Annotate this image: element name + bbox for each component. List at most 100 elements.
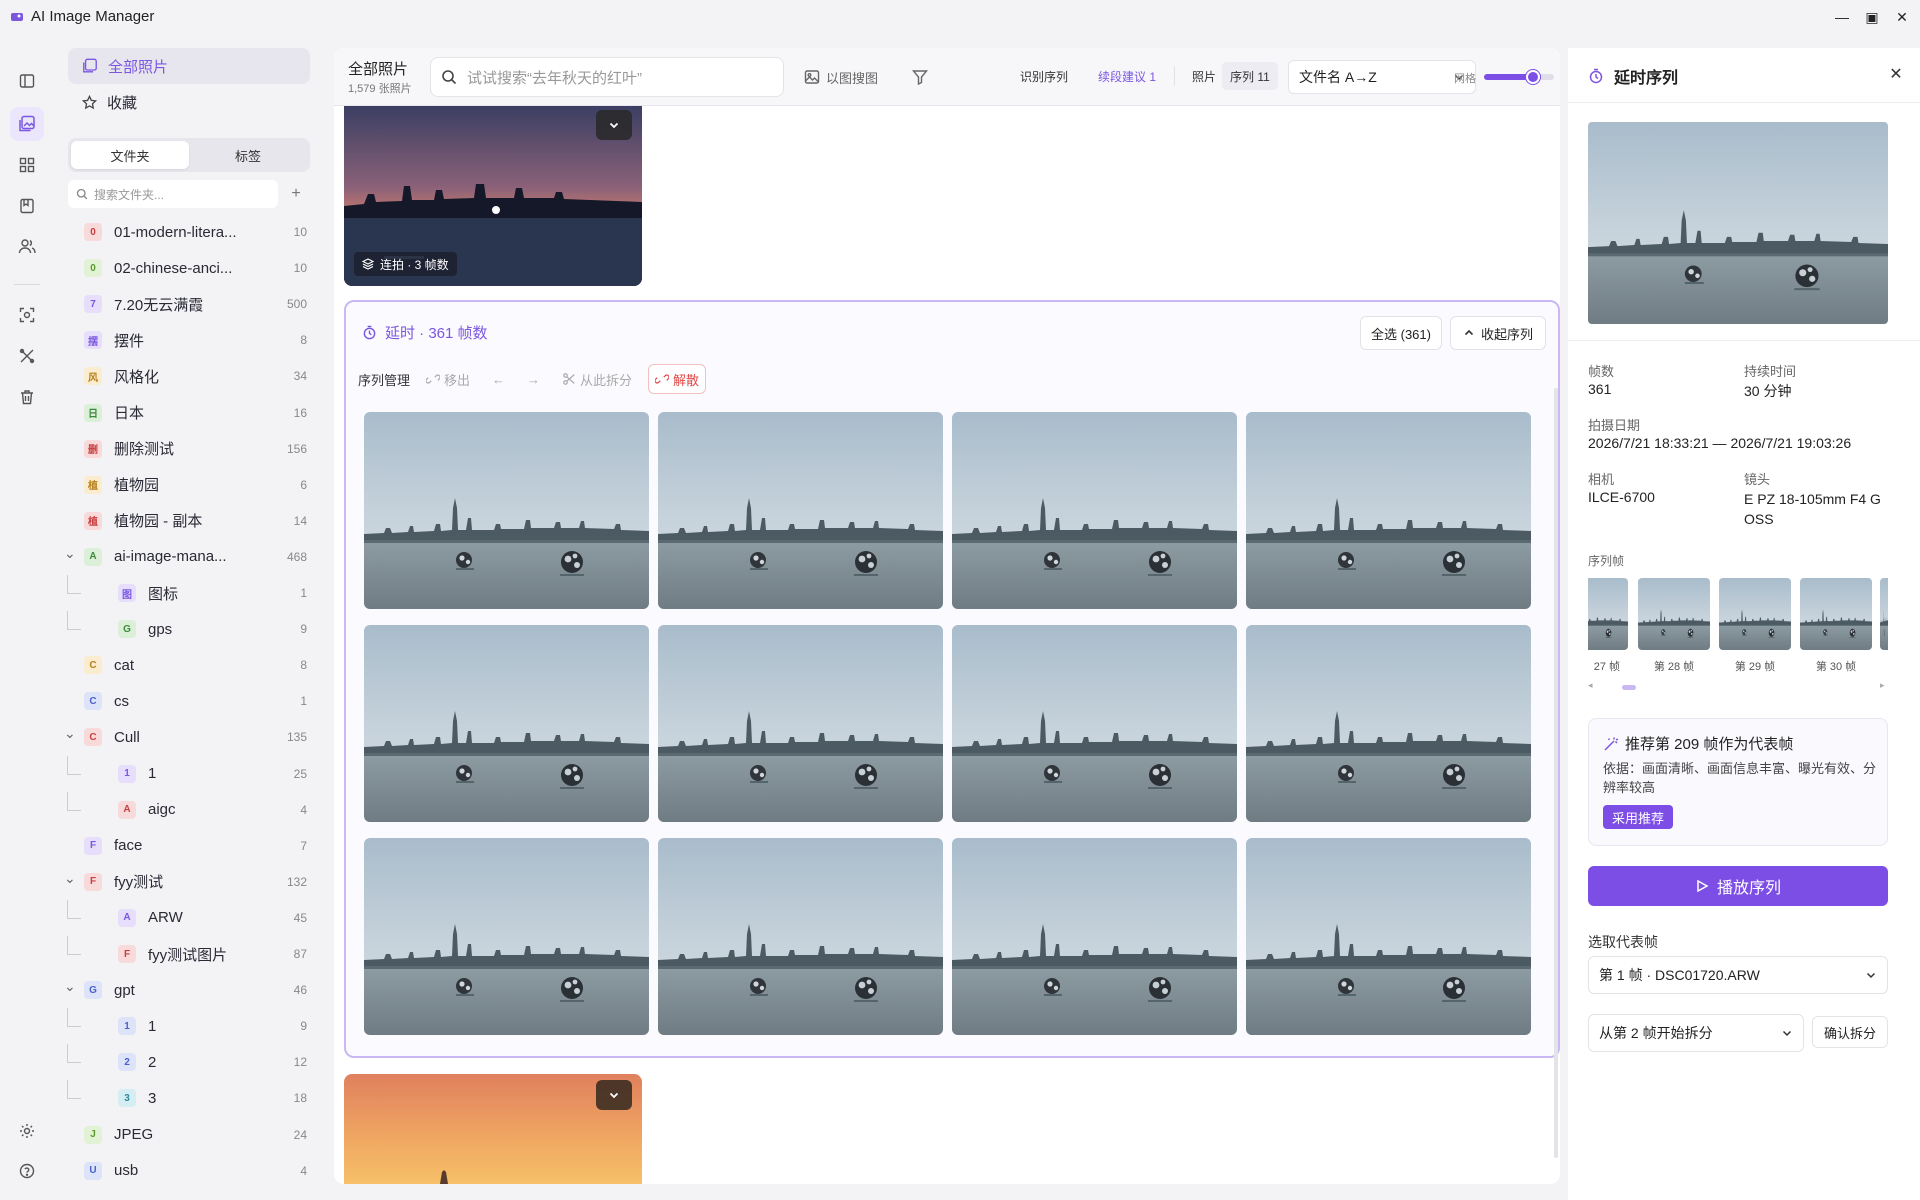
slider-thumb[interactable] [1526, 70, 1540, 84]
collapse-sequence-button[interactable]: 收起序列 [1450, 316, 1546, 350]
sequence-frame[interactable] [658, 625, 943, 822]
folder-item[interactable]: Aaigc 4 [54, 791, 325, 828]
folder-item[interactable]: 植植物园 6 [54, 467, 325, 503]
dissolve-sequence-button[interactable]: 解散 [648, 364, 707, 394]
burst-photo-card[interactable]: 连拍 · 3 帧数 [344, 106, 642, 286]
representative-frame-select[interactable]: 第 1 帧 · DSC01720.ARW [1588, 956, 1888, 994]
grid-size-slider[interactable] [1484, 70, 1554, 84]
adopt-recommendation-button[interactable]: 采用推荐 [1603, 805, 1674, 829]
folder-search-input[interactable]: 搜索文件夹... [68, 180, 278, 208]
view-sequence-toggle[interactable]: 序列 11 [1222, 62, 1278, 90]
folder-item[interactable]: 植植物园 - 副本 14 [54, 503, 325, 539]
folder-item[interactable]: 风风格化 34 [54, 358, 325, 394]
sequence-frame[interactable] [1246, 625, 1531, 822]
rail-people[interactable] [10, 229, 44, 263]
scroll-right-icon[interactable]: ▸ [1880, 680, 1885, 691]
move-left-button[interactable]: ← [486, 364, 511, 394]
select-all-button[interactable]: 全选 (361) [1360, 316, 1442, 350]
sequence-frame[interactable] [1246, 838, 1531, 1035]
filter-button[interactable] [912, 60, 928, 94]
chevron-down-icon[interactable]: ⌄ [64, 870, 76, 887]
folder-item[interactable]: 3 3 18 [54, 1080, 325, 1116]
sequence-frame[interactable] [952, 412, 1237, 609]
frame-thumb[interactable] [1719, 578, 1791, 650]
confirm-split-button[interactable]: 确认拆分 [1812, 1016, 1888, 1048]
folder-item[interactable]: 图图标 1 [54, 575, 325, 611]
folder-item[interactable]: J JPEG 24 [54, 1117, 325, 1153]
continue-suggest-button[interactable]: 续段建议 1 [1098, 62, 1156, 90]
sequence-frame[interactable] [364, 838, 649, 1035]
folder-item[interactable]: Fface 7 [54, 828, 325, 864]
sequence-frame[interactable] [952, 625, 1237, 822]
split-here-button[interactable]: 从此拆分 [556, 364, 638, 394]
search-input[interactable]: 试试搜索“去年秋天的红叶” [430, 57, 784, 97]
folder-item[interactable]: 摆摆件 8 [54, 322, 325, 358]
frame-thumb[interactable] [1800, 578, 1872, 650]
sequence-frame[interactable] [658, 838, 943, 1035]
play-sequence-button[interactable]: 播放序列 [1588, 866, 1888, 906]
folder-item[interactable]: 0 01-modern-litera... 10 [54, 214, 325, 250]
sequence-frame[interactable] [952, 838, 1237, 1035]
rail-albums[interactable] [10, 189, 44, 223]
folder-item[interactable]: Ffyy测试图片 87 [54, 936, 325, 972]
detect-sequence-button[interactable]: 识别序列 [1020, 62, 1068, 90]
folder-item[interactable]: 2 2 12 [54, 1044, 325, 1080]
remove-from-sequence-button[interactable]: 移出 [420, 364, 476, 394]
sequence-frame[interactable] [658, 412, 943, 609]
move-right-button[interactable]: → [521, 364, 546, 394]
sort-select[interactable]: 文件名 A→Z [1288, 60, 1476, 94]
tab-tags[interactable]: 标签 [189, 141, 307, 169]
unlink-icon [655, 374, 670, 384]
view-photos-toggle[interactable]: 照片 [1184, 62, 1224, 90]
folder-item[interactable]: ⌄ Ffyy测试 132 [54, 864, 325, 900]
main-scrollbar[interactable] [1554, 388, 1558, 1158]
expand-sunset-button[interactable] [596, 1080, 632, 1110]
folder-item[interactable]: 7 7.20无云满霞 500 [54, 286, 325, 322]
rail-help[interactable] [10, 1154, 44, 1188]
sunset-photo-card[interactable] [344, 1074, 642, 1184]
chevron-down-icon[interactable]: ⌄ [64, 725, 76, 742]
rail-settings[interactable] [10, 1114, 44, 1148]
folder-item[interactable]: ⌄ C Cull 135 [54, 719, 325, 755]
folder-item[interactable]: 1 1 25 [54, 755, 325, 792]
frame-thumb[interactable] [1880, 578, 1888, 650]
folder-item[interactable]: 日日本 16 [54, 395, 325, 431]
folder-item[interactable]: ⌄ Aai-image-mana... 468 [54, 539, 325, 575]
sequence-frame[interactable] [364, 625, 649, 822]
rail-tools[interactable] [10, 339, 44, 373]
chevron-down-icon[interactable]: ⌄ [64, 978, 76, 995]
folder-item[interactable]: 11 9 [54, 1008, 325, 1044]
folder-item[interactable]: Ccs 1 [54, 683, 325, 719]
frame-thumb[interactable] [1588, 578, 1628, 650]
sequence-frame[interactable] [1246, 412, 1531, 609]
chevron-down-icon[interactable]: ⌄ [64, 545, 76, 562]
scroll-left-icon[interactable]: ◂ [1588, 680, 1593, 691]
folder-item[interactable]: 0 02-chinese-anci... 10 [54, 250, 325, 286]
folder-badge: F [118, 945, 136, 963]
split-frame-select[interactable]: 从第 2 帧开始拆分 [1588, 1014, 1804, 1052]
close-window-button[interactable]: ✕ [1882, 4, 1920, 30]
nav-all-photos[interactable]: 全部照片 [68, 48, 310, 84]
scrollbar-thumb[interactable] [1622, 685, 1636, 690]
tab-folders[interactable]: 文件夹 [71, 141, 189, 169]
image-search-button[interactable]: 以图搜图 [804, 60, 878, 94]
folder-item[interactable]: Uusb 4 [54, 1153, 325, 1189]
sequence-frame[interactable] [364, 412, 649, 609]
folder-item[interactable]: 删删除测试 156 [54, 431, 325, 467]
rail-scan[interactable] [10, 298, 44, 332]
rail-photos[interactable] [10, 107, 44, 141]
frame-strip-scrollbar[interactable]: ◂ ▸ [1588, 680, 1888, 692]
folder-item[interactable]: ⌄ Ggpt 46 [54, 972, 325, 1008]
folder-item[interactable]: Ccat 8 [54, 647, 325, 683]
lens-label: 镜头 [1744, 472, 1771, 487]
add-folder-button[interactable]: + [284, 182, 308, 206]
close-panel-button[interactable]: ✕ [1884, 62, 1908, 86]
folder-item[interactable]: A ARW 45 [54, 899, 325, 936]
folder-item[interactable]: Ggps 9 [54, 611, 325, 647]
expand-burst-button[interactable] [596, 110, 632, 140]
rail-dashboard[interactable] [10, 148, 44, 182]
rail-trash[interactable] [10, 380, 44, 414]
nav-favorites[interactable]: 收藏 [68, 84, 310, 120]
frame-thumb[interactable] [1638, 578, 1710, 650]
rail-sidebar-toggle[interactable] [10, 64, 44, 98]
